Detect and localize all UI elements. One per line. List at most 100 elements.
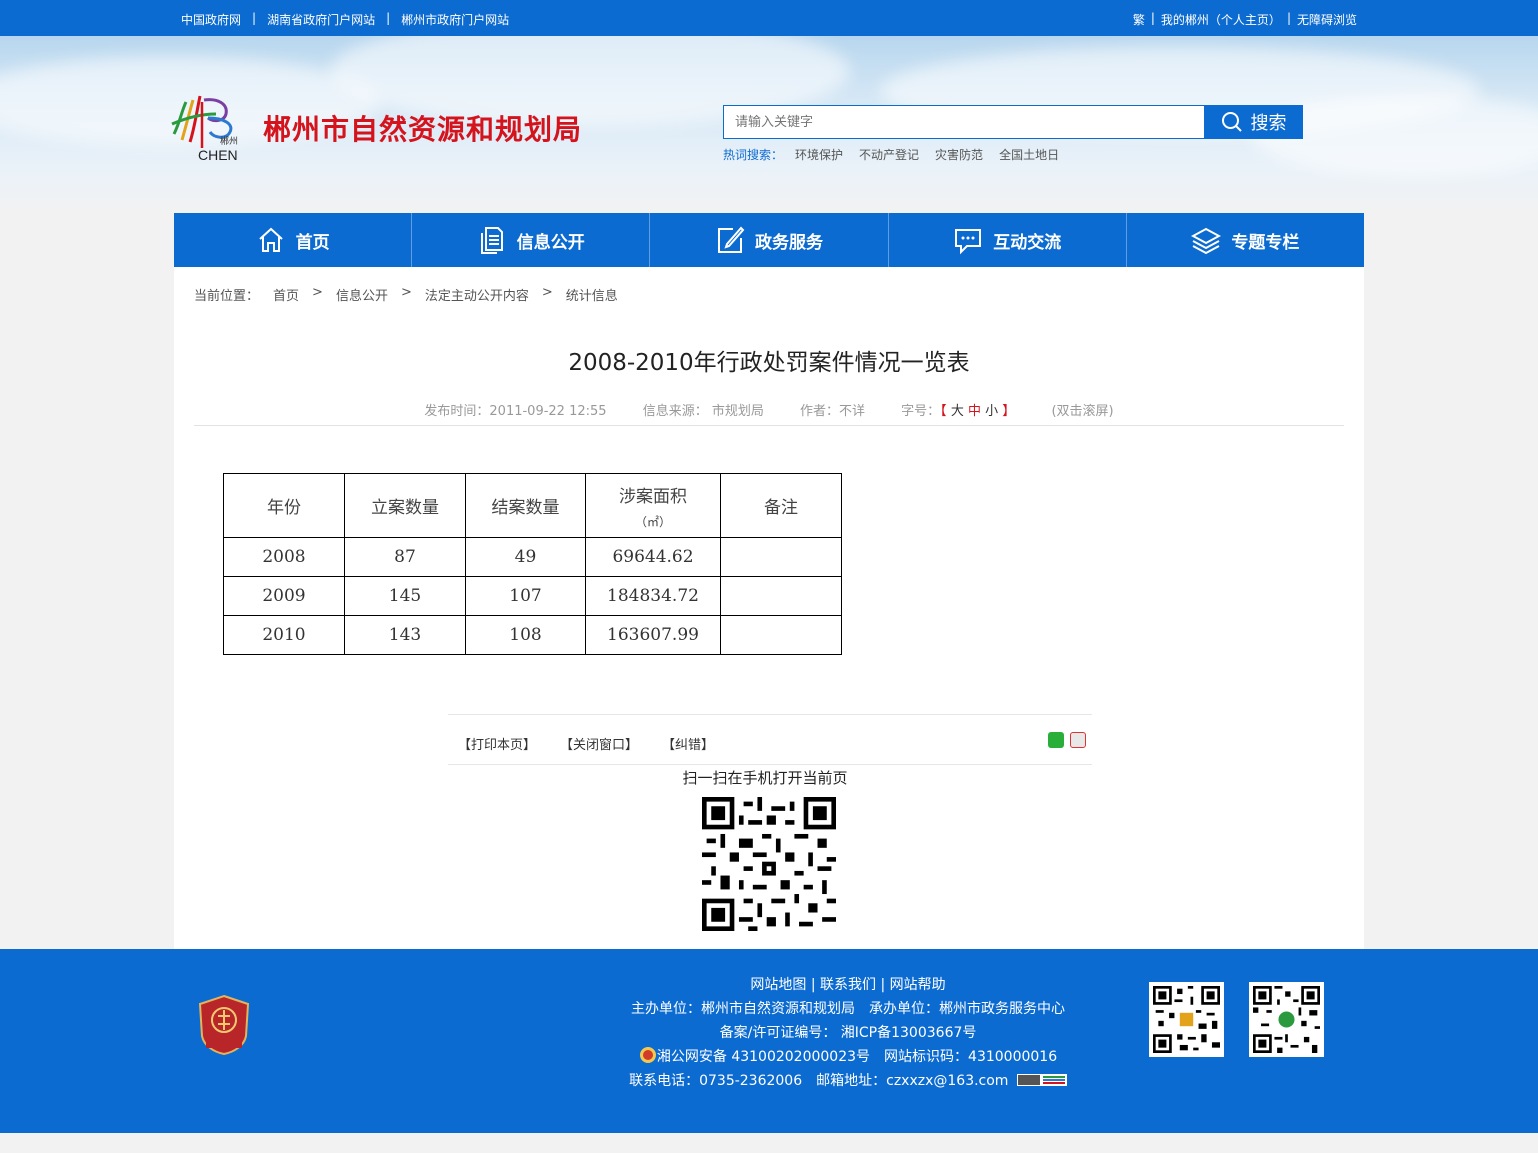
cell-remarks — [720, 615, 842, 655]
article-title: 2008-2010年行政处罚案件情况一览表 — [568, 350, 970, 376]
report-error-link[interactable]: 【纠错】 — [662, 734, 714, 753]
wechat-qr-code — [1149, 982, 1224, 1057]
header-closed: 结案数量 — [465, 473, 586, 538]
cell-closed: 108 — [465, 615, 586, 655]
close-window-link[interactable]: 【关闭窗口】 — [560, 734, 638, 753]
breadcrumb-statutory-content[interactable]: 法定主动公开内容 — [425, 285, 529, 304]
breadcrumb-home[interactable]: 首页 — [273, 285, 299, 304]
cell-filed: 143 — [344, 615, 466, 655]
contact-row: 联系电话：0735-2362006 邮箱地址：czxxzx@163.com — [628, 1069, 1068, 1093]
cell-area: 163607.99 — [585, 615, 721, 655]
cell-remarks — [720, 537, 842, 577]
hot-words: 热词搜索： 环境保护 不动产登记 灾害防范 全国土地日 — [723, 146, 1059, 163]
contact-link[interactable]: 联系我们 — [820, 977, 876, 993]
info-source: 信息来源： 市规划局 — [642, 404, 764, 419]
nav-item-interaction[interactable]: 互动交流 — [889, 213, 1127, 267]
hot-word-link[interactable]: 全国土地日 — [999, 146, 1059, 163]
link-accessibility[interactable]: 无障碍浏览 — [1297, 11, 1357, 28]
police-record-row: 湘公网安备 43100202000023号 网站标识码：4310000016 — [628, 1045, 1068, 1069]
main-content: 当前位置： 首页 > 信息公开 > 法定主动公开内容 > 统计信息 2008-2… — [174, 267, 1364, 949]
nav-item-info-disclosure[interactable]: 信息公开 — [412, 213, 651, 267]
link-china-gov[interactable]: 中国政府网 — [181, 11, 241, 28]
link-chenzhou-gov[interactable]: 郴州市政府门户网站 — [401, 11, 509, 28]
nav-item-special-topics[interactable]: 专题专栏 — [1127, 213, 1364, 267]
breadcrumb-info-disclosure[interactable]: 信息公开 — [336, 285, 388, 304]
search-button[interactable]: 搜索 — [1204, 105, 1303, 139]
hot-word-link[interactable]: 灾害防范 — [935, 146, 983, 163]
party-gov-badge-icon[interactable] — [198, 994, 250, 1056]
chenzhou-logo[interactable]: 郴州 CHEN — [166, 92, 250, 164]
bracket-open: 【 — [940, 404, 947, 419]
help-link[interactable]: 网站帮助 — [890, 977, 946, 993]
share-buttons — [1048, 732, 1086, 748]
top-left-links: 中国政府网 | 湖南省政府门户网站 | 郴州市政府门户网站 — [181, 11, 509, 28]
nav-item-label: 互动交流 — [993, 232, 1062, 253]
table-row: 2008 87 49 69644.62 — [223, 537, 842, 577]
breadcrumb-statistics[interactable]: 统计信息 — [566, 285, 618, 304]
cell-area: 69644.62 — [585, 537, 721, 577]
cell-year: 2008 — [223, 537, 345, 577]
site-code: 网站标识码：4310000016 — [884, 1049, 1058, 1065]
separator: | — [1150, 11, 1155, 25]
hot-word-link[interactable]: 环境保护 — [795, 146, 843, 163]
document-icon — [480, 227, 503, 254]
weibo-share-icon[interactable] — [1070, 732, 1086, 748]
cell-year: 2010 — [223, 615, 345, 655]
cell-closed: 49 — [465, 537, 586, 577]
search-input[interactable] — [723, 105, 1205, 139]
cnzz-stat-icon[interactable] — [1016, 1074, 1067, 1086]
bracket-close: 】 — [1002, 404, 1016, 419]
top-bar: 中国政府网 | 湖南省政府门户网站 | 郴州市政府门户网站 繁 | 我的郴州（个… — [0, 0, 1538, 36]
article-tool-links: 【打印本页】 【关闭窗口】 【纠错】 — [458, 734, 714, 753]
host-unit: 主办单位：郴州市自然资源和规划局 — [631, 1001, 855, 1017]
police-badge-icon — [639, 1047, 656, 1063]
breadcrumb-label: 当前位置： — [194, 289, 260, 304]
font-size-medium[interactable]: 中 — [968, 404, 981, 419]
organizer-unit: 承办单位：郴州市政务服务中心 — [869, 1001, 1065, 1017]
header-remarks: 备注 — [720, 473, 842, 538]
nav-item-home[interactable]: 首页 — [174, 213, 413, 267]
link-hunan-gov[interactable]: 湖南省政府门户网站 — [267, 11, 375, 28]
site-title: 郴州市自然资源和规划局 — [263, 113, 583, 146]
icp-record[interactable]: 备案/许可证编号： 湘ICP备13003667号 — [628, 1021, 1068, 1045]
separator: | — [252, 11, 257, 25]
main-nav: 首页 信息公开 政务服务 互动交流 专题专栏 — [174, 213, 1364, 267]
breadcrumb-separator: > — [400, 285, 412, 300]
separator: | — [1286, 11, 1291, 25]
wechat-share-icon[interactable] — [1048, 732, 1064, 748]
header-filed: 立案数量 — [344, 473, 466, 538]
author: 作者：不详 — [799, 404, 865, 419]
police-record[interactable]: 湘公网安备 43100202000023号 — [657, 1049, 870, 1065]
font-size-large[interactable]: 大 — [951, 404, 964, 419]
breadcrumb-separator: > — [541, 285, 553, 300]
host-organizer: 主办单位：郴州市自然资源和规划局 承办单位：郴州市政务服务中心 — [628, 997, 1068, 1021]
breadcrumb-separator: > — [312, 285, 323, 300]
page-qr-code — [702, 797, 836, 931]
nav-item-label: 首页 — [295, 232, 330, 253]
double-click-scroll[interactable]: (双击滚屏) — [1051, 404, 1113, 419]
nav-item-gov-services[interactable]: 政务服务 — [650, 213, 889, 267]
header-area: 涉案面积 （㎡） — [585, 473, 721, 538]
font-size-small[interactable]: 小 — [985, 404, 998, 419]
site-header: 郴州 CHEN 郴州市自然资源和规划局 搜索 热词搜索： 环境保护 不动产登记 … — [0, 36, 1538, 213]
svg-text:CHEN: CHEN — [198, 147, 238, 163]
print-page-link[interactable]: 【打印本页】 — [458, 734, 536, 753]
footer-links: 网站地图 | 联系我们 | 网站帮助 — [750, 977, 946, 993]
site-footer: 网站地图 | 联系我们 | 网站帮助 主办单位：郴州市自然资源和规划局 承办单位：… — [0, 949, 1538, 1133]
hot-word-link[interactable]: 不动产登记 — [859, 146, 919, 163]
cell-remarks — [720, 576, 842, 616]
header-area-unit: （㎡） — [634, 514, 671, 529]
font-size-control: 字号：【 大 中 小 】 — [901, 404, 1015, 419]
breadcrumb: 当前位置： 首页 > 信息公开 > 法定主动公开内容 > 统计信息 — [194, 285, 618, 304]
cell-closed: 107 — [465, 576, 586, 616]
cell-filed: 87 — [344, 537, 466, 577]
link-my-chenzhou[interactable]: 我的郴州（个人主页） — [1161, 11, 1281, 28]
cell-filed: 145 — [344, 576, 466, 616]
hot-words-label: 热词搜索： — [723, 148, 784, 162]
edit-icon — [718, 226, 745, 253]
link-traditional-chinese[interactable]: 繁 — [1133, 11, 1145, 28]
sitemap-link[interactable]: 网站地图 — [750, 977, 806, 993]
footer-info: 网站地图 | 联系我们 | 网站帮助 主办单位：郴州市自然资源和规划局 承办单位：… — [628, 973, 1068, 1093]
svg-text:郴州: 郴州 — [220, 135, 238, 147]
publish-time: 发布时间：2011-09-22 12:55 — [424, 404, 607, 419]
